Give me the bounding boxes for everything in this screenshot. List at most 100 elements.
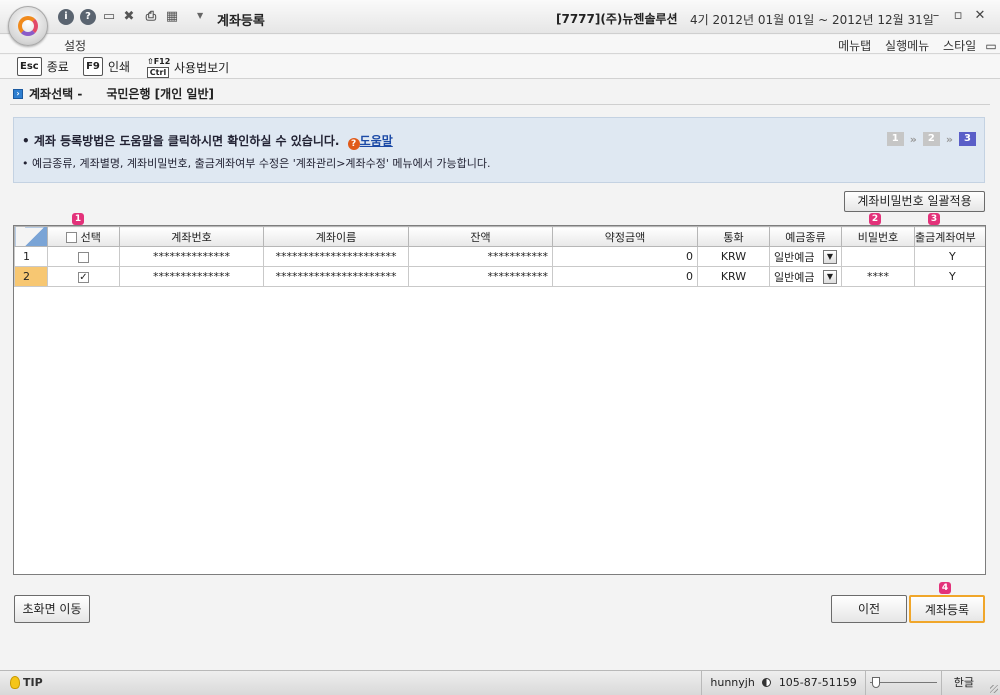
step-1: 1 xyxy=(886,132,904,146)
dropdown-arrow-icon[interactable]: ▼ xyxy=(823,269,837,284)
zoom-slider[interactable] xyxy=(864,671,941,695)
run-menu-link[interactable]: 실행메뉴 xyxy=(885,39,929,53)
prev-button[interactable]: 이전 xyxy=(831,595,907,623)
style-menu[interactable]: 스타일 xyxy=(943,39,976,53)
business-number: 105-87-51159 xyxy=(778,676,857,689)
title-bar: i ? ▭ ✖ ⎙ ▦ ▼ 계좌등록 [7777](주)뉴젠솔루션 4기 201… xyxy=(0,0,1000,46)
quick-access-dropdown-icon[interactable]: ▼ xyxy=(197,11,203,20)
col-deposit-type: 예금종류 xyxy=(769,226,842,247)
deposit-type-select[interactable]: 일반예금 ▼ xyxy=(769,246,842,267)
step-3: 3 xyxy=(959,132,976,146)
col-select[interactable]: 선택 xyxy=(47,226,120,247)
toolbar: Esc 종료 F9 인쇄 ⇧F12 Ctrl 사용법보기 xyxy=(0,55,1000,79)
usage-tool-label: 사용법보기 xyxy=(174,60,230,75)
ime-language[interactable]: 한글 xyxy=(940,671,986,695)
resize-grip-icon[interactable] xyxy=(986,671,1000,695)
currency-cell: KRW xyxy=(697,246,770,267)
lightbulb-icon xyxy=(10,676,20,689)
section-arrow-icon: › xyxy=(13,88,23,99)
password-bulk-apply-button[interactable]: 계좌비밀번호 일괄적용 xyxy=(844,191,985,212)
account-selection-header: › 계좌선택 - 국민은행 [개인 일반] xyxy=(13,85,214,102)
maximize-icon[interactable]: ▫ xyxy=(950,8,966,24)
table-row[interactable]: 2 ✓ ************** *********************… xyxy=(14,266,985,287)
f9-key-icon: F9 xyxy=(83,57,103,76)
app-menu-orb-button[interactable] xyxy=(8,6,48,46)
row-number: 1 xyxy=(14,246,48,267)
account-no-cell[interactable]: ************** xyxy=(119,246,264,267)
dropdown-arrow-icon[interactable]: ▼ xyxy=(823,249,837,264)
company-name: [7777](주)뉴젠솔루션 xyxy=(556,12,678,26)
print-tool-button[interactable]: F9 인쇄 xyxy=(83,57,130,76)
close-icon[interactable]: ✕ xyxy=(972,8,988,24)
usage-tool-button[interactable]: ⇧F12 Ctrl 사용법보기 xyxy=(147,57,230,78)
initial-screen-button[interactable]: 초화면 이동 xyxy=(14,595,90,623)
register-account-button[interactable]: 계좌등록 xyxy=(909,595,985,623)
menu-tab-link[interactable]: 메뉴탭 xyxy=(838,39,871,53)
col-account-name: 계좌이름 xyxy=(263,226,409,247)
withdraw-account-cell[interactable]: Y xyxy=(914,266,985,287)
col-password: 비밀번호 xyxy=(841,226,915,247)
fiscal-period: 4기 2012년 01월 01일 ~ 2012년 12월 31일 xyxy=(690,13,934,27)
close-tool-label: 종료 xyxy=(46,60,69,74)
user-id: hunnyjh xyxy=(710,676,755,689)
col-balance: 잔액 xyxy=(408,226,553,247)
badge-select: 1 xyxy=(72,213,84,225)
balance-cell: *********** xyxy=(408,246,553,267)
deposit-type-select[interactable]: 일반예금 ▼ xyxy=(769,266,842,287)
account-name-cell[interactable]: ********************** xyxy=(263,266,409,287)
table-row[interactable]: 1 ************** ********************** … xyxy=(14,246,985,267)
tip-button[interactable]: TIP xyxy=(10,676,43,689)
header-label: 계좌선택 - xyxy=(29,87,83,101)
withdraw-account-cell[interactable]: Y xyxy=(914,246,985,267)
help-question-icon[interactable]: ? xyxy=(347,138,360,150)
close-tool-button[interactable]: Esc 종료 xyxy=(17,57,69,76)
info-icon[interactable]: i xyxy=(58,9,74,25)
badge-password: 2 xyxy=(869,213,881,225)
app-logo-icon xyxy=(18,16,38,36)
step-indicator: 1 » 2 » 3 xyxy=(886,132,976,146)
window-title: 계좌등록 xyxy=(217,14,265,29)
user-info: hunnyjh 105-87-51159 xyxy=(701,671,864,695)
printer-icon[interactable]: ⎙ xyxy=(143,9,159,25)
contrast-icon xyxy=(762,678,772,687)
password-cell[interactable]: **** xyxy=(841,266,915,287)
zoom-slider-thumb[interactable] xyxy=(871,677,880,688)
currency-cell: KRW xyxy=(697,266,770,287)
status-bar: TIP hunnyjh 105-87-51159 한글 xyxy=(0,670,1000,695)
monitor-icon[interactable]: ▭ xyxy=(101,9,117,25)
help-link[interactable]: 도움말 xyxy=(360,134,393,148)
print-tool-label: 인쇄 xyxy=(108,60,131,74)
settings-menu[interactable]: 설정 xyxy=(64,37,86,54)
step-arrow-icon: » xyxy=(909,132,917,146)
row-number: 2 xyxy=(14,266,48,287)
contract-amount-cell[interactable]: 0 xyxy=(552,246,698,267)
esc-key-icon: Esc xyxy=(17,57,42,76)
help-icon[interactable]: ? xyxy=(80,9,96,25)
step-2: 2 xyxy=(922,132,940,146)
collapse-ribbon-icon[interactable]: ▭ xyxy=(982,39,1000,53)
account-grid: 선택 계좌번호 계좌이름 잔액 약정금액 통화 예금종류 비밀번호 출금계좌여부… xyxy=(13,225,986,575)
close-x-icon[interactable]: ✖ xyxy=(121,9,137,25)
col-account-no: 계좌번호 xyxy=(119,226,264,247)
account-name-cell[interactable]: ********************** xyxy=(263,246,409,267)
bank-name: 국민은행 [개인 일반] xyxy=(106,87,214,101)
col-currency: 통화 xyxy=(697,226,770,247)
badge-withdraw: 3 xyxy=(928,213,940,225)
info-line-1: • 계좌 등록방법은 도움말을 클릭하시면 확인하실 수 있습니다. ? 도움말 xyxy=(22,134,393,150)
select-all-checkbox[interactable] xyxy=(66,232,78,243)
info-box: • 계좌 등록방법은 도움말을 클릭하시면 확인하실 수 있습니다. ? 도움말 … xyxy=(13,117,985,183)
account-no-cell[interactable]: ************** xyxy=(119,266,264,287)
password-cell[interactable] xyxy=(841,246,915,267)
export-icon[interactable]: ▦ xyxy=(164,9,180,25)
col-contract-amount: 약정금액 xyxy=(552,226,698,247)
contract-amount-cell[interactable]: 0 xyxy=(552,266,698,287)
divider xyxy=(10,104,990,105)
row-select-checkbox[interactable] xyxy=(78,251,89,263)
col-withdraw-account: 출금계좌여부 xyxy=(914,226,985,247)
select-all-corner[interactable] xyxy=(14,226,48,247)
step-arrow-icon: » xyxy=(945,132,953,146)
menu-bar: 설정 메뉴탭 실행메뉴 스타일 ▭ xyxy=(0,35,1000,54)
minimize-icon[interactable]: – xyxy=(928,8,944,24)
row-select-checkbox-checked[interactable]: ✓ xyxy=(78,271,89,283)
shift-f12-key-icon: ⇧F12 Ctrl xyxy=(147,57,171,78)
